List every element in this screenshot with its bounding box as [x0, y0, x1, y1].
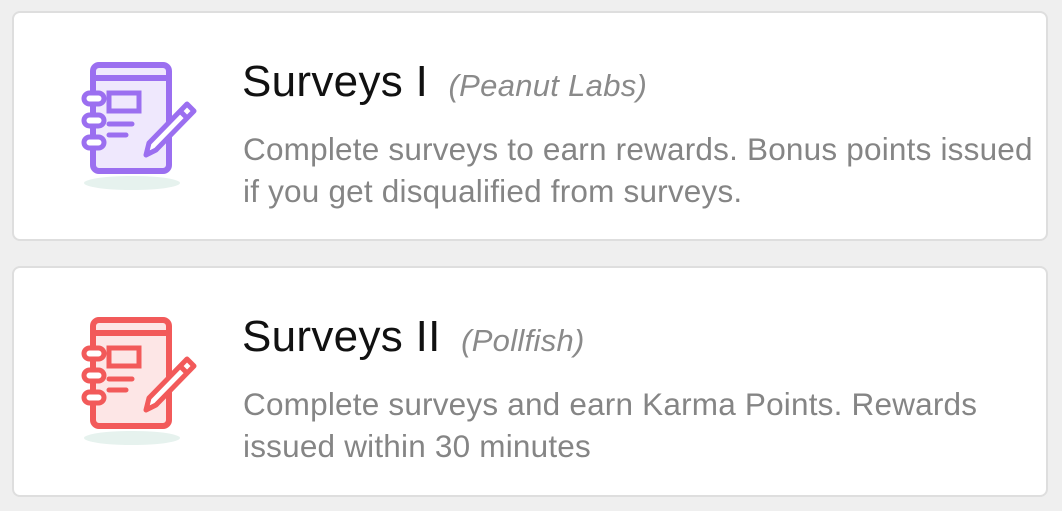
- offer-provider: (Peanut Labs): [448, 68, 648, 103]
- survey-notebook-icon: [81, 62, 197, 190]
- offer-title-row: Surveys I (Peanut Labs): [242, 57, 647, 107]
- offer-provider: (Pollfish): [461, 323, 585, 358]
- offer-title-row: Surveys II (Pollfish): [242, 312, 585, 362]
- offer-card-surveys-peanut-labs[interactable]: Surveys I (Peanut Labs) Complete surveys…: [12, 11, 1048, 241]
- offer-title: Surveys I: [242, 57, 429, 106]
- offer-description: Complete surveys to earn rewards. Bonus …: [243, 131, 1033, 209]
- survey-notebook-icon: [81, 317, 197, 445]
- offer-card-surveys-pollfish[interactable]: Surveys II (Pollfish) Complete surveys a…: [12, 266, 1048, 497]
- offer-list: Surveys I (Peanut Labs) Complete surveys…: [0, 0, 1062, 511]
- offer-description: Complete surveys and earn Karma Points. …: [243, 386, 978, 464]
- offer-title: Surveys II: [242, 312, 441, 361]
